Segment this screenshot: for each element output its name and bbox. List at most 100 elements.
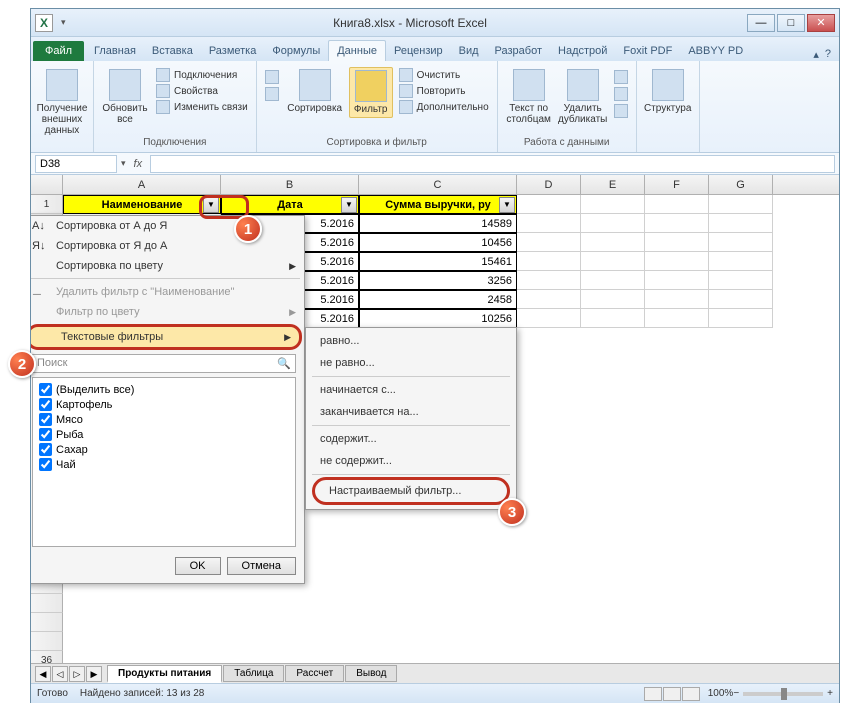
filter-not-contains-item[interactable]: не содержит... [306, 450, 516, 472]
ok-button[interactable]: OK [175, 557, 221, 575]
filter-equals-item[interactable]: равно... [306, 330, 516, 352]
col-header-d[interactable]: D [517, 175, 581, 194]
checkbox[interactable] [39, 428, 52, 441]
remove-duplicates-button[interactable]: Удалить дубликаты [558, 67, 608, 127]
filter-check-item[interactable]: Рыба [37, 427, 291, 442]
cell[interactable] [581, 252, 645, 271]
filter-toggle-b[interactable]: ▼ [341, 197, 357, 213]
cell[interactable] [645, 195, 709, 214]
name-box[interactable] [35, 155, 117, 173]
sort-desc-button[interactable] [263, 86, 281, 102]
advanced-button[interactable]: Дополнительно [397, 99, 491, 115]
filter-button[interactable]: Фильтр [349, 67, 393, 118]
checkbox[interactable] [39, 413, 52, 426]
view-layout-button[interactable] [663, 687, 681, 701]
header-cell-sum[interactable]: Сумма выручки, ру ▼ [359, 195, 517, 214]
filter-search-input[interactable]: Поиск🔍 [32, 354, 296, 373]
help-icon[interactable]: ? [825, 48, 831, 61]
select-all-corner[interactable] [31, 175, 63, 194]
cell[interactable] [581, 214, 645, 233]
cell[interactable] [645, 214, 709, 233]
ribbon-minimize-icon[interactable]: ▴ [813, 48, 819, 61]
zoom-out-button[interactable]: − [733, 688, 739, 699]
cell[interactable] [709, 271, 773, 290]
cell[interactable] [517, 290, 581, 309]
outline-button[interactable]: Структура [643, 67, 693, 116]
filter-custom-item[interactable]: Настраиваемый фильтр... [312, 477, 510, 505]
consolidate-button[interactable] [612, 86, 630, 102]
cell[interactable] [517, 309, 581, 328]
filter-check-item[interactable]: Картофель [37, 397, 291, 412]
edit-links-button[interactable]: Изменить связи [154, 99, 250, 115]
filter-check-item[interactable]: Чай [37, 457, 291, 472]
cell[interactable] [581, 233, 645, 252]
view-pagebreak-button[interactable] [682, 687, 700, 701]
row-header[interactable] [31, 613, 63, 632]
cell[interactable] [645, 233, 709, 252]
what-if-button[interactable] [612, 103, 630, 119]
cell[interactable] [581, 271, 645, 290]
maximize-button[interactable]: □ [777, 14, 805, 32]
cell[interactable] [709, 309, 773, 328]
tab-foxit[interactable]: Foxit PDF [615, 41, 680, 61]
text-to-columns-button[interactable]: Текст по столбцам [504, 67, 554, 127]
cell[interactable] [645, 252, 709, 271]
checkbox[interactable] [39, 458, 52, 471]
sort-za-item[interactable]: Я↓Сортировка от Я до А [31, 236, 304, 256]
cell-sum[interactable]: 10456 [359, 233, 517, 252]
cell[interactable] [645, 290, 709, 309]
col-header-b[interactable]: B [221, 175, 359, 194]
row-header-1[interactable]: 1 [31, 195, 63, 214]
filter-ends-with-item[interactable]: заканчивается на... [306, 401, 516, 423]
cell-sum[interactable]: 15461 [359, 252, 517, 271]
checkbox[interactable] [39, 398, 52, 411]
cell[interactable] [709, 252, 773, 271]
cell[interactable] [581, 195, 645, 214]
cell-sum[interactable]: 10256 [359, 309, 517, 328]
sheet-tab-active[interactable]: Продукты питания [107, 665, 222, 683]
tab-nav-next[interactable]: ▷ [69, 666, 85, 682]
checkbox[interactable] [39, 383, 52, 396]
text-filters-item[interactable]: Текстовые фильтры▶ [31, 324, 302, 350]
tab-review[interactable]: Рецензир [386, 41, 451, 61]
tab-nav-first[interactable]: ◀ [35, 666, 51, 682]
header-cell-name[interactable]: Наименование ▼ [63, 195, 221, 214]
tab-addins[interactable]: Надстрой [550, 41, 615, 61]
col-header-c[interactable]: C [359, 175, 517, 194]
row-header[interactable] [31, 594, 63, 613]
row-header[interactable] [31, 632, 63, 651]
clear-filter-button[interactable]: Очистить [397, 67, 491, 83]
cancel-button[interactable]: Отмена [227, 557, 296, 575]
cell[interactable] [709, 195, 773, 214]
cell[interactable] [517, 195, 581, 214]
tab-layout[interactable]: Разметка [201, 41, 265, 61]
minimize-button[interactable]: — [747, 14, 775, 32]
tab-nav-last[interactable]: ▶ [86, 666, 102, 682]
tab-developer[interactable]: Разработ [487, 41, 550, 61]
cell-sum[interactable]: 2458 [359, 290, 517, 309]
formula-input[interactable] [150, 155, 835, 173]
reapply-button[interactable]: Повторить [397, 83, 491, 99]
cell[interactable] [517, 252, 581, 271]
external-data-button[interactable]: Получение внешних данных [37, 67, 87, 138]
data-validation-button[interactable] [612, 69, 630, 85]
filter-check-item[interactable]: (Выделить все) [37, 382, 291, 397]
filter-check-item[interactable]: Сахар [37, 442, 291, 457]
tab-insert[interactable]: Вставка [144, 41, 201, 61]
fx-label[interactable]: fx [126, 158, 151, 170]
connections-button[interactable]: Подключения [154, 67, 250, 83]
file-tab[interactable]: Файл [33, 41, 84, 61]
cell[interactable] [581, 309, 645, 328]
filter-contains-item[interactable]: содержит... [306, 428, 516, 450]
filter-not-equals-item[interactable]: не равно... [306, 352, 516, 374]
row-header-36[interactable]: 36 [31, 651, 63, 663]
col-header-e[interactable]: E [581, 175, 645, 194]
cell[interactable] [581, 290, 645, 309]
tab-home[interactable]: Главная [86, 41, 144, 61]
cell-sum[interactable]: 14589 [359, 214, 517, 233]
sort-color-item[interactable]: Сортировка по цвету▶ [31, 256, 304, 276]
refresh-all-button[interactable]: Обновить все [100, 67, 150, 127]
cell[interactable] [709, 214, 773, 233]
filter-toggle-a[interactable]: ▼ [203, 197, 219, 213]
sort-button[interactable]: Сортировка [285, 67, 345, 116]
